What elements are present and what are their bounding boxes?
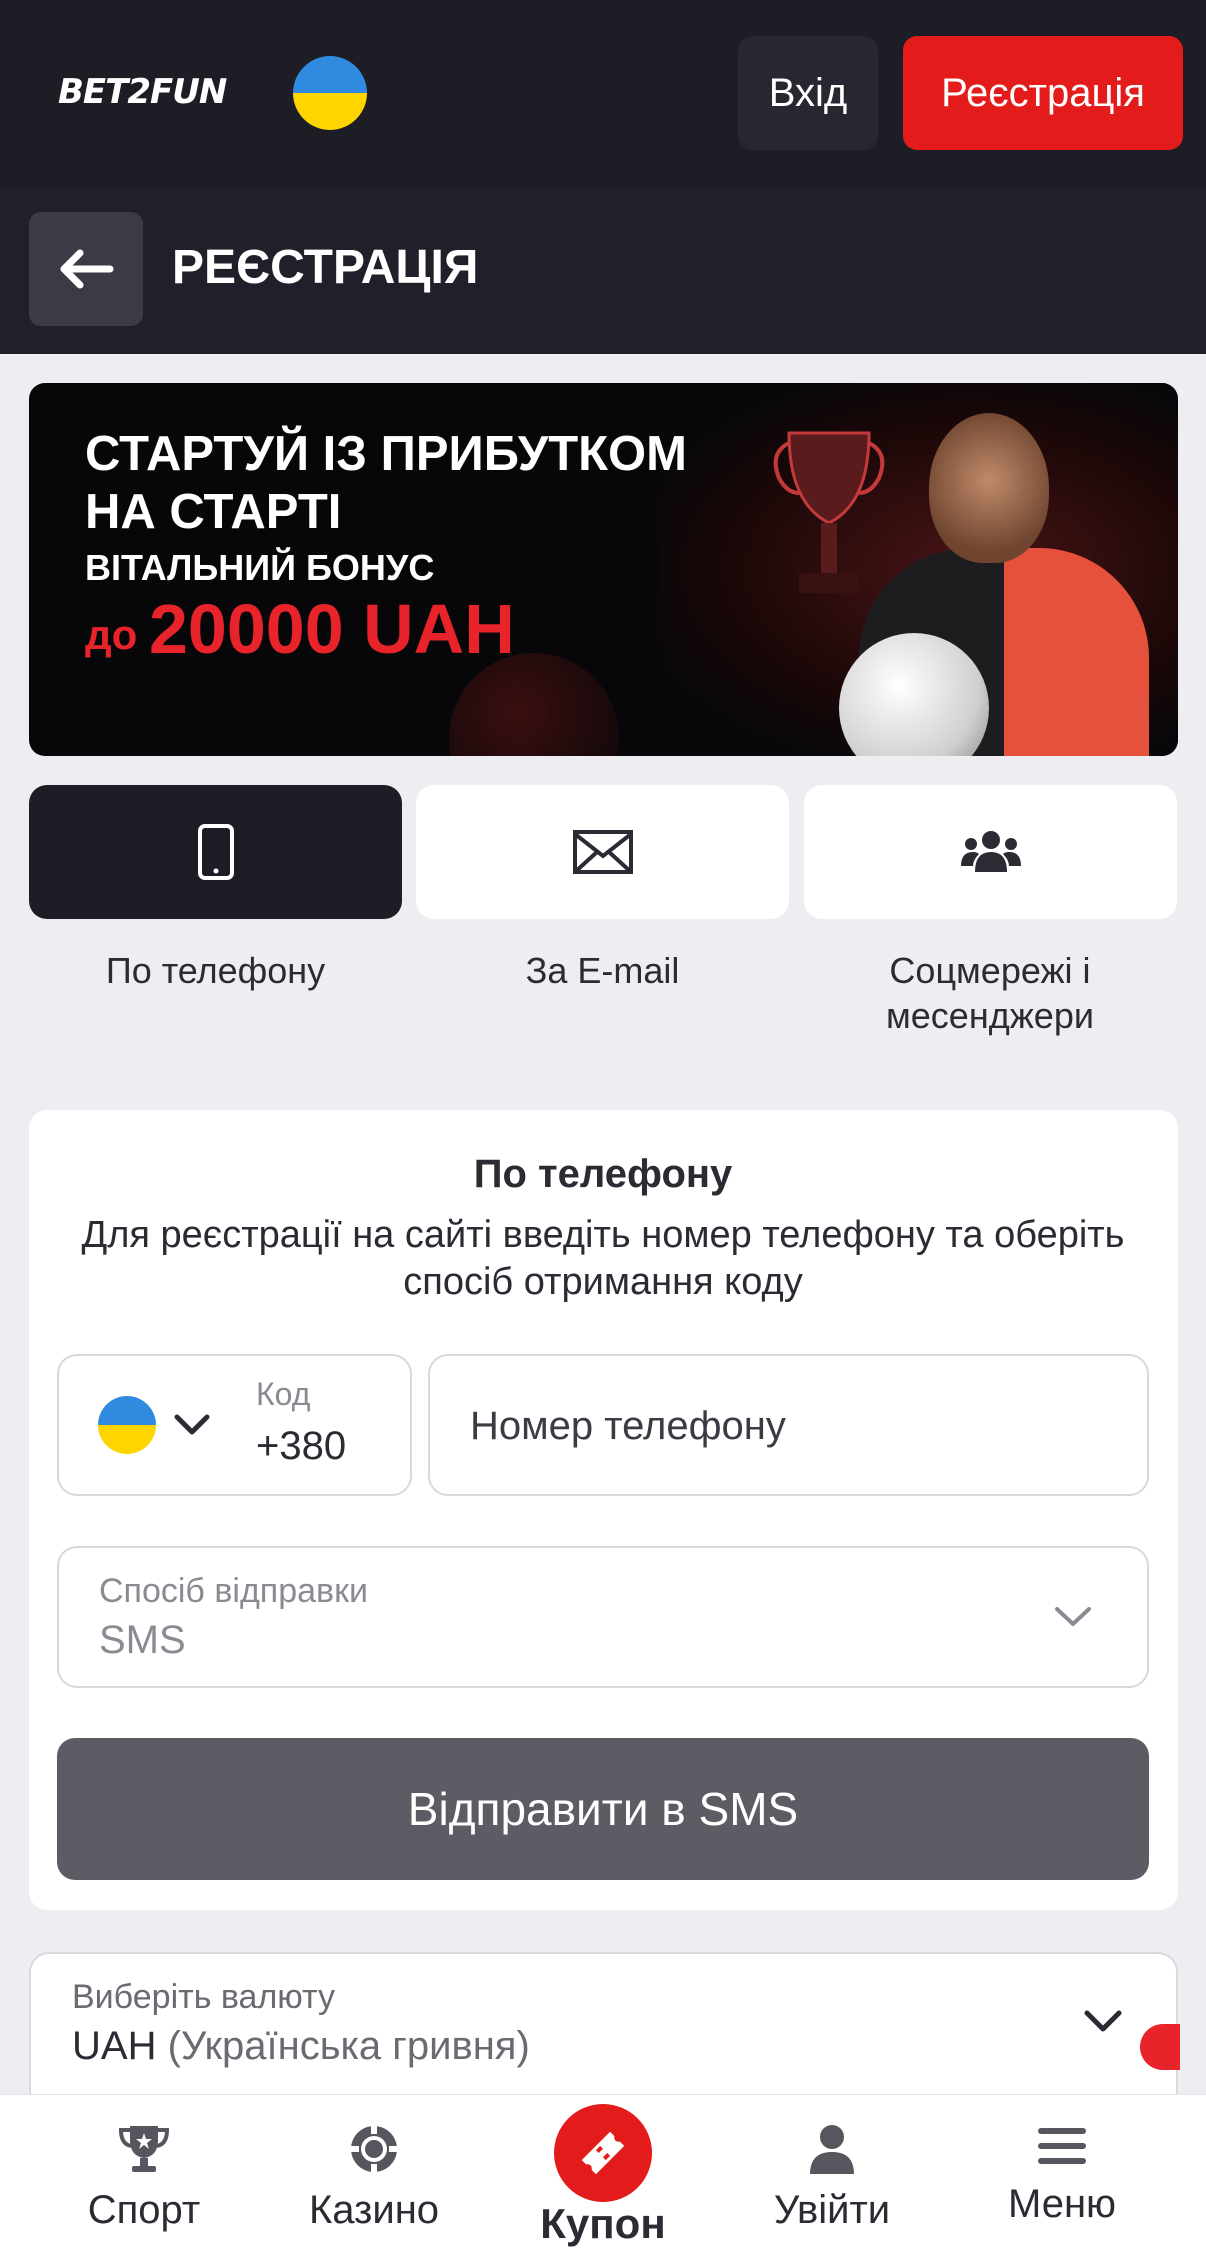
currency-value[interactable]: UAH (Українська гривня): [72, 2024, 530, 2069]
nav-sport-label: Спорт: [87, 2188, 201, 2232]
chevron-down-icon: [1055, 1607, 1091, 1626]
chevron-down-icon: [174, 1414, 210, 1435]
tab-phone-label[interactable]: По телефону: [29, 948, 402, 993]
phone-number-placeholder[interactable]: Номер телефону: [470, 1404, 786, 1449]
users-icon: [960, 831, 1021, 872]
tab-email[interactable]: [416, 785, 789, 919]
player-head-image: [929, 413, 1049, 563]
chevron-down-icon: [1084, 2010, 1122, 2032]
nav-login[interactable]: Увійти: [752, 2124, 912, 2233]
casino-chip-icon: [351, 2126, 397, 2172]
hamburger-menu-icon: [1038, 2128, 1086, 2164]
form-title: По телефону: [473, 1152, 733, 1196]
nav-menu[interactable]: Меню: [992, 2124, 1132, 2227]
nav-coupon[interactable]: [554, 2104, 652, 2202]
nav-casino-label: Казино: [308, 2188, 440, 2232]
currency-label: Виберіть валюту: [72, 1978, 336, 2016]
send-method-value[interactable]: SMS: [99, 1618, 186, 1663]
banner-bonus-label: ВІТАЛЬНИЙ БОНУС: [85, 547, 435, 588]
tab-email-label[interactable]: За E-mail: [416, 948, 789, 993]
currency-name: (Українська гривня): [167, 2024, 530, 2068]
tab-phone[interactable]: [29, 785, 402, 919]
nav-casino[interactable]: Казино: [294, 2124, 454, 2233]
chat-widget-button[interactable]: [1140, 2024, 1180, 2070]
form-description: Для реєстрації на сайті введіть номер те…: [81, 1214, 1125, 1303]
user-icon: [810, 2125, 854, 2174]
banner-line-2: НА СТАРТІ: [85, 485, 342, 539]
currency-code: UAH: [72, 2024, 157, 2068]
ukraine-flag-icon: [98, 1396, 156, 1454]
ticket-icon: [581, 2131, 625, 2175]
envelope-icon: [572, 830, 633, 874]
send-method-label: Спосіб відправки: [99, 1572, 368, 1610]
send-sms-button[interactable]: Відправити в SMS: [57, 1738, 1149, 1880]
nav-menu-label: Меню: [1007, 2182, 1117, 2226]
banner-amount-prefix: до: [85, 611, 138, 658]
page-title: РЕЄСТРАЦІЯ: [172, 241, 479, 294]
register-button[interactable]: Реєстрація: [903, 36, 1183, 150]
logo[interactable]: BET2FUN: [58, 72, 227, 112]
send-method-select[interactable]: [57, 1546, 1149, 1688]
nav-coupon-label[interactable]: Купон: [530, 2200, 676, 2248]
trophy-image: [773, 431, 885, 593]
promo-banner[interactable]: СТАРТУЙ ІЗ ПРИБУТКОМ НА СТАРТІ ВІТАЛЬНИЙ…: [29, 383, 1178, 756]
banner-line-1: СТАРТУЙ ІЗ ПРИБУТКОМ: [85, 427, 687, 481]
back-button[interactable]: [29, 212, 143, 326]
code-label: Код: [256, 1376, 311, 1412]
nav-login-label: Увійти: [773, 2188, 891, 2232]
phone-icon: [197, 824, 234, 880]
code-value: +380: [256, 1424, 347, 1468]
ukraine-flag-icon[interactable]: [293, 56, 367, 130]
banner-headline: СТАРТУЙ ІЗ ПРИБУТКОМ НА СТАРТІ: [85, 425, 687, 541]
banner-amount: 20000 UAH: [149, 590, 515, 668]
tab-social[interactable]: [804, 785, 1177, 919]
tab-social-label[interactable]: Соцмережі і месенджери: [840, 948, 1140, 1038]
nav-sport[interactable]: Спорт: [74, 2124, 214, 2233]
arrow-left-icon: [60, 249, 114, 289]
trophy-icon: [118, 2126, 170, 2172]
login-button[interactable]: Вхід: [738, 36, 878, 150]
